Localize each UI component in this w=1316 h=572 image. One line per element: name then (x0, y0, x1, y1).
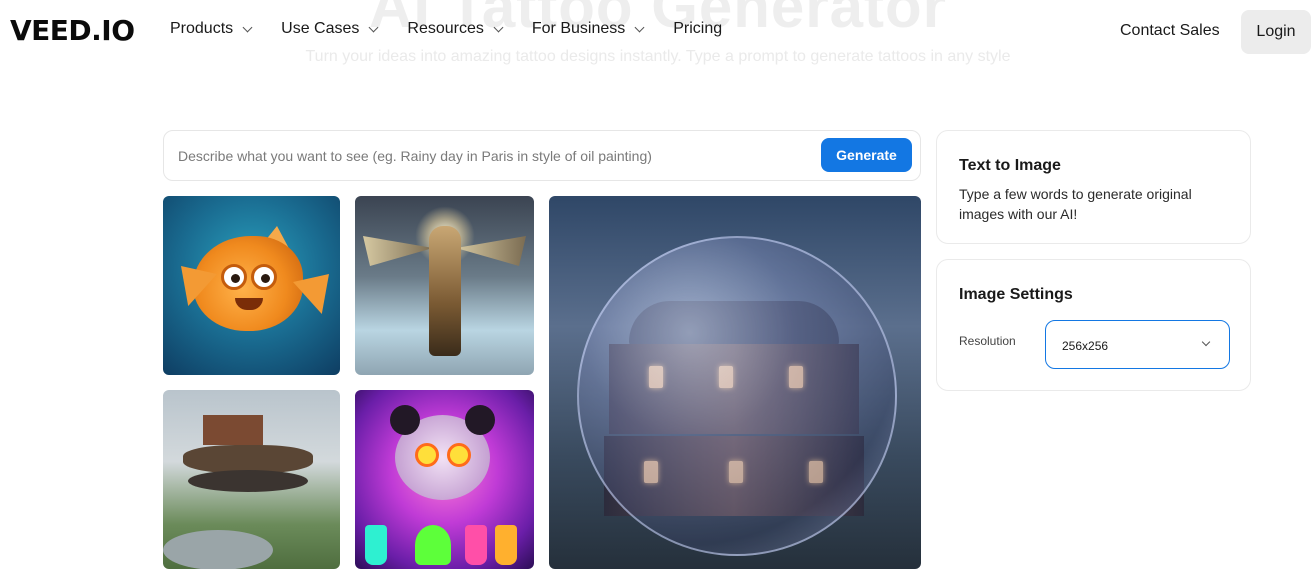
contact-sales-link[interactable]: Contact Sales (1120, 22, 1220, 40)
menu-item-label: Resources (407, 20, 484, 37)
house-floor (183, 445, 313, 473)
house-base (188, 470, 308, 492)
prompt-bar: Generate (163, 130, 921, 181)
menu-item-label: Products (170, 20, 234, 37)
fish-eye (221, 264, 247, 290)
menu-item-pricing[interactable]: Pricing (673, 20, 722, 38)
panel-title: Image Settings (959, 286, 1073, 303)
resolution-select[interactable]: 256x256 (1045, 320, 1230, 369)
pool-shape (163, 530, 273, 569)
generate-button[interactable]: Generate (821, 138, 912, 172)
flask-shape (365, 525, 387, 565)
fish-mouth (235, 298, 263, 310)
resolution-value: 256x256 (1062, 339, 1109, 353)
panda-head (390, 405, 495, 500)
menu-item-label: Pricing (673, 20, 723, 37)
chevron-down-icon (242, 22, 253, 32)
flask-shape (465, 525, 487, 565)
warrior-figure (429, 226, 461, 356)
menu-item-resources[interactable]: Resources (407, 20, 504, 38)
chevron-down-icon (634, 22, 645, 32)
top-nav: VEED.IO Products Use Cases Resources For… (0, 0, 1316, 64)
cartoon-fish-image[interactable] (163, 196, 340, 375)
prompt-input[interactable] (178, 143, 808, 169)
scientist-panda-image[interactable] (355, 390, 534, 569)
house-roof (203, 415, 263, 445)
menu-item-label: For Business (531, 20, 626, 37)
fish-eye (251, 264, 277, 290)
veed-logo[interactable]: VEED.IO (10, 14, 135, 47)
panda-ear (465, 405, 495, 435)
image-settings-panel: Image Settings Resolution 256x256 (936, 259, 1251, 391)
text-to-image-panel: Text to Image Type a few words to genera… (936, 130, 1251, 244)
goggle-lens (415, 443, 439, 467)
main-menu: Products Use Cases Resources For Busines… (170, 20, 752, 38)
panda-ear (390, 405, 420, 435)
menu-item-for-business[interactable]: For Business (531, 20, 645, 38)
menu-item-use-cases[interactable]: Use Cases (281, 20, 379, 38)
goggle-lens (447, 443, 471, 467)
bubble-house-image[interactable] (549, 196, 921, 569)
flying-house-image[interactable] (163, 390, 340, 569)
flask-shape (495, 525, 517, 565)
fish-body (193, 236, 303, 331)
panel-title: Text to Image (959, 157, 1061, 174)
chevron-down-icon (368, 22, 379, 32)
menu-item-products[interactable]: Products (170, 20, 253, 38)
winged-warrior-image[interactable] (355, 196, 534, 375)
glass-bubble (577, 236, 897, 556)
panel-description: Type a few words to generate original im… (959, 186, 1192, 222)
resolution-label: Resolution (959, 334, 1016, 348)
menu-item-label: Use Cases (281, 20, 360, 37)
chevron-down-icon (493, 22, 504, 32)
login-button[interactable]: Login (1241, 10, 1311, 54)
chevron-down-icon (1201, 337, 1211, 347)
flask-shape (415, 525, 451, 565)
